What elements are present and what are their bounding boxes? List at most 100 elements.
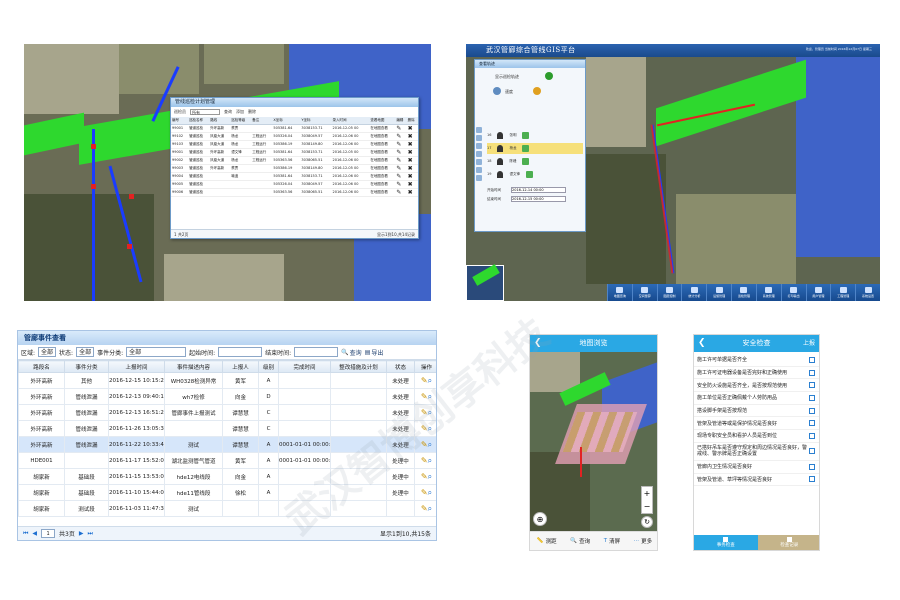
toolbar-button[interactable]: 地图查询 bbox=[607, 284, 632, 301]
table-row[interactable]: 99001 管道巡检 外环高新 蔡贾 505381.64 3038153.71 2016-1… bbox=[171, 124, 418, 133]
inspector-row[interactable]: 17 杨龙 bbox=[487, 143, 583, 154]
edit-icon[interactable]: ✎ bbox=[395, 124, 407, 133]
pipeline-marker[interactable] bbox=[91, 184, 96, 189]
edit-icon[interactable]: ✎ bbox=[421, 440, 428, 449]
tool-icon[interactable] bbox=[476, 159, 482, 165]
type-select[interactable]: 全部 bbox=[126, 347, 187, 357]
speed-icon[interactable] bbox=[493, 87, 501, 95]
tool-icon[interactable] bbox=[476, 167, 482, 173]
inspector-row[interactable]: 18 陈峰 bbox=[487, 156, 583, 167]
upload-button[interactable]: 上报 bbox=[803, 335, 815, 352]
end-time-input[interactable]: 2016-12-15 00:00 bbox=[511, 196, 566, 202]
edit-icon[interactable]: ✎ bbox=[395, 140, 407, 149]
column-header[interactable]: 完成时间 bbox=[278, 360, 331, 373]
export-button[interactable]: ▤ 导出 bbox=[365, 348, 384, 357]
delete-icon[interactable]: ✖ bbox=[406, 180, 418, 189]
zoom-in-icon[interactable]: + bbox=[642, 487, 652, 500]
locate-icon[interactable]: ⌕ bbox=[428, 488, 432, 497]
next-page-icon[interactable]: ▶ bbox=[79, 530, 84, 537]
start-time-input[interactable]: 2016-12-14 00:00 bbox=[511, 187, 566, 193]
checklist-item[interactable]: 施工许可证电器设备是否完好和正确使用 bbox=[694, 367, 819, 380]
column-header[interactable]: 上报人 bbox=[222, 360, 259, 373]
locate-icon[interactable]: ⌕ bbox=[428, 424, 432, 433]
page-input[interactable]: 1 bbox=[41, 529, 56, 538]
delete-icon[interactable]: ✖ bbox=[406, 164, 418, 173]
table-row[interactable]: 99001 管道巡检 外环高新 谭文锋 工程运行 505381.64 3038153.71 2… bbox=[171, 148, 418, 157]
edit-icon[interactable]: ✎ bbox=[421, 472, 428, 481]
table-row[interactable]: HDE001 2016-11-17 15:52:03 湖北监测管气管道 黄军 A 0001… bbox=[18, 452, 436, 469]
toolbar-button[interactable]: 统计分析 bbox=[681, 284, 706, 301]
toolbar-button[interactable]: 🔍 查询 bbox=[570, 537, 590, 545]
checkbox[interactable] bbox=[809, 476, 815, 483]
view-map-link[interactable]: 在地图查看 bbox=[369, 164, 396, 173]
toolbar-button[interactable]: T 清屏 bbox=[604, 537, 620, 545]
overview-map[interactable] bbox=[466, 264, 504, 301]
table-row[interactable]: 胡家新 基础段 2016-11-15 13:53:06 hde12电线段 向金 A 处理中 ✎… bbox=[18, 468, 436, 485]
edit-icon[interactable]: ✎ bbox=[421, 408, 428, 417]
view-map-link[interactable]: 在地图查看 bbox=[369, 132, 396, 141]
checkbox[interactable] bbox=[809, 394, 815, 401]
column-header[interactable]: 级别 bbox=[258, 360, 279, 373]
table-row[interactable]: 外环高新 管线泄漏 2016-12-13 16:51:25 管廊事件上报测试 谭慧慧 C 未… bbox=[18, 404, 436, 421]
last-page-icon[interactable]: ⏭ bbox=[87, 530, 92, 538]
inspector-select[interactable]: 所有 bbox=[190, 109, 220, 115]
table-row[interactable]: 外环高新 管线泄漏 2016-12-13 09:40:15 wh7检修 向金 D 未处理 ✎⌕ bbox=[18, 388, 436, 405]
edit-icon[interactable]: ✎ bbox=[421, 424, 428, 433]
edit-icon[interactable]: ✎ bbox=[421, 456, 428, 465]
inspector-row[interactable]: 16 张明 bbox=[487, 130, 583, 141]
edit-icon[interactable]: ✎ bbox=[421, 376, 428, 385]
pager-label[interactable]: 1 共2页 bbox=[174, 230, 188, 238]
column-header[interactable]: 状态 bbox=[386, 360, 415, 373]
view-map-link[interactable]: 在地图查看 bbox=[369, 180, 396, 189]
tab-check[interactable]: 事务检查 bbox=[694, 535, 758, 550]
locate-icon[interactable]: ⌕ bbox=[428, 376, 432, 385]
pipeline-marker[interactable] bbox=[127, 244, 132, 249]
checkbox[interactable] bbox=[809, 382, 815, 389]
table-row[interactable]: 99003 管道巡检 外环高新 蔡贾 505386.19 3038149.80 2016-1… bbox=[171, 164, 418, 173]
checkbox[interactable] bbox=[809, 407, 815, 414]
table-row[interactable]: 99103 管道巡检 凤凰大道 杨龙 工程运行 505386.19 3038149.80 20… bbox=[171, 140, 418, 149]
checklist-item[interactable]: 已搭好吊车是否遵守规定和周边情况是否良好，警戒线、警示牌是否正确设置 bbox=[694, 443, 819, 461]
tool-icon[interactable] bbox=[476, 127, 482, 133]
column-header[interactable]: 操作 bbox=[414, 360, 436, 373]
column-header[interactable]: 上报时间 bbox=[108, 360, 165, 373]
tool-icon[interactable] bbox=[476, 143, 482, 149]
show-track-label[interactable]: 显示巡检轨迹 bbox=[495, 74, 519, 80]
delete-icon[interactable]: ✖ bbox=[406, 140, 418, 149]
edit-icon[interactable]: ✎ bbox=[395, 156, 407, 165]
status-select[interactable]: 全部 bbox=[76, 347, 95, 357]
first-page-icon[interactable]: ⏮ bbox=[23, 530, 28, 538]
edit-icon[interactable]: ✎ bbox=[395, 180, 407, 189]
delete-button[interactable]: 删除 bbox=[248, 107, 256, 117]
view-map-link[interactable]: 在地图查看 bbox=[369, 124, 396, 133]
delete-icon[interactable]: ✖ bbox=[406, 188, 418, 197]
zoom-control[interactable]: + − bbox=[641, 486, 653, 514]
edit-icon[interactable]: ✎ bbox=[421, 392, 428, 401]
pipeline-marker[interactable] bbox=[91, 144, 96, 149]
view-map-link[interactable]: 在地图查看 bbox=[369, 148, 396, 157]
delete-icon[interactable]: ✖ bbox=[406, 124, 418, 133]
toolbar-button[interactable]: 用户管理 bbox=[805, 284, 831, 301]
delete-icon[interactable]: ✖ bbox=[406, 156, 418, 165]
checkbox[interactable] bbox=[809, 420, 815, 427]
add-button[interactable]: 添加 bbox=[236, 107, 244, 117]
pause-icon[interactable] bbox=[533, 87, 541, 95]
checklist-item[interactable]: 搭设脚手架是否按规范 bbox=[694, 405, 819, 418]
locate-icon[interactable] bbox=[522, 132, 530, 139]
checklist-item[interactable]: 施工单位是否正确佩戴个人劳防用品 bbox=[694, 392, 819, 405]
toolbar-button[interactable]: 设施管理 bbox=[706, 284, 731, 301]
query-button[interactable]: 🔍 查询 bbox=[341, 348, 362, 357]
checkbox[interactable] bbox=[809, 432, 815, 439]
checklist-item[interactable]: 管架及管道等或是保护情况是否良好 bbox=[694, 417, 819, 431]
table-row[interactable]: 99102 管道巡检 凤凰大道 杨龙 工程运行 505326.04 3038049.57 20… bbox=[171, 132, 418, 141]
locate-icon[interactable]: ⌕ bbox=[428, 408, 432, 417]
column-header[interactable]: 事件描述内容 bbox=[164, 360, 223, 373]
edit-icon[interactable]: ✎ bbox=[395, 172, 407, 181]
checkbox[interactable] bbox=[809, 356, 815, 363]
checkbox[interactable] bbox=[809, 448, 815, 455]
toolbar-button[interactable]: 图层控制 bbox=[656, 284, 682, 301]
locate-icon[interactable]: ⌕ bbox=[428, 456, 432, 465]
locate-icon[interactable]: ⊕ bbox=[533, 512, 547, 526]
prev-page-icon[interactable]: ◀ bbox=[32, 530, 37, 537]
tool-icon[interactable] bbox=[476, 175, 482, 181]
